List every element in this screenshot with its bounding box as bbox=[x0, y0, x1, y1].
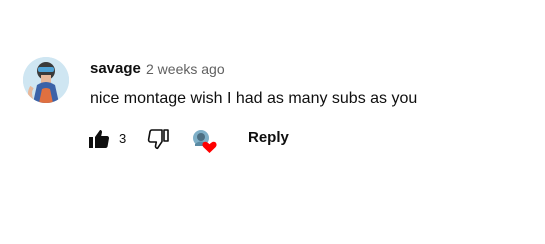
comment-timestamp[interactable]: 2 weeks ago bbox=[146, 61, 225, 77]
thumbs-up-icon bbox=[89, 130, 110, 148]
dislike-button[interactable] bbox=[147, 127, 171, 151]
avatar-image bbox=[23, 57, 69, 103]
thumbs-down-icon bbox=[147, 129, 169, 150]
like-button[interactable] bbox=[87, 127, 111, 151]
comment-text: nice montage wish I had as many subs as … bbox=[90, 90, 418, 107]
like-count: 3 bbox=[119, 131, 127, 146]
creator-heart-badge bbox=[191, 128, 217, 154]
creator-heart-icon bbox=[193, 130, 217, 153]
comment-thread: savage 2 weeks ago nice montage wish I h… bbox=[0, 0, 545, 244]
avatar[interactable] bbox=[23, 57, 69, 103]
comment-author[interactable]: savage bbox=[90, 60, 141, 77]
reply-button[interactable]: Reply bbox=[243, 126, 294, 150]
